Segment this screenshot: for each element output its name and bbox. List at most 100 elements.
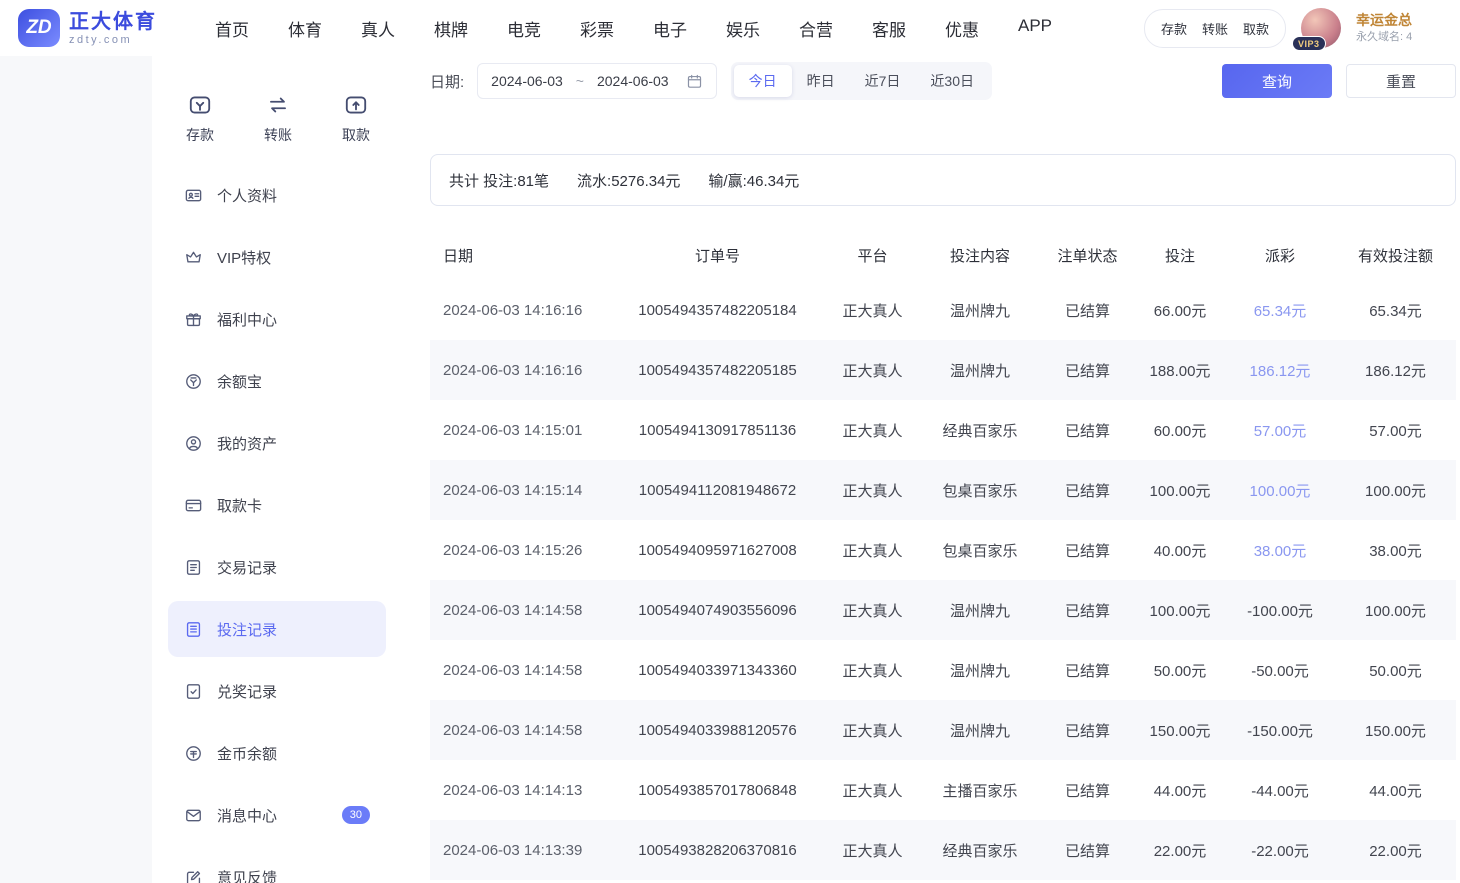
cell-date: 2024-06-03 14:14:13	[430, 782, 610, 799]
sidebar: 存款 转账 取款 个人资料 VIP特权	[152, 56, 400, 883]
nav-item[interactable]: 娱乐	[726, 16, 760, 41]
table-row: 2024-06-03 14:16:16 1005494357482205184 …	[430, 280, 1456, 340]
date-range-separator: ~	[576, 73, 584, 89]
calendar-icon[interactable]	[686, 73, 703, 90]
quick-action-icon	[343, 92, 369, 118]
sidebar-menu: 个人资料 VIP特权 福利中心 余额宝	[152, 145, 400, 883]
sidebar-item[interactable]: 余额宝	[168, 353, 386, 409]
sidebar-item[interactable]: 交易记录	[168, 539, 386, 595]
cell-bet-amount: 60.00元	[1135, 420, 1225, 441]
cell-platform: 正大真人	[825, 600, 920, 621]
cell-bet-content: 温州牌九	[920, 600, 1040, 621]
avatar[interactable]: VIP3	[1301, 8, 1341, 48]
cell-payout: 100.00元	[1225, 480, 1335, 501]
unread-count-badge: 30	[342, 806, 370, 824]
cell-status: 已结算	[1040, 780, 1135, 801]
nav-item[interactable]: 真人	[361, 16, 395, 41]
cell-bet-amount: 44.00元	[1135, 780, 1225, 801]
sidebar-item[interactable]: 消息中心 30	[168, 787, 386, 843]
sidebar-item-label: VIP特权	[217, 247, 271, 268]
sidebar-item[interactable]: 意见反馈	[168, 849, 386, 883]
cell-order-number: 1005494095971627008	[610, 542, 825, 559]
cell-platform: 正大真人	[825, 840, 920, 861]
nav-item[interactable]: 彩票	[580, 16, 614, 41]
cell-bet-content: 温州牌九	[920, 720, 1040, 741]
sidebar-item-icon	[184, 620, 203, 639]
cell-status: 已结算	[1040, 480, 1135, 501]
query-button[interactable]: 查询	[1222, 64, 1332, 98]
wallet-action-link[interactable]: 取款	[1243, 19, 1269, 38]
column-header: 投注	[1135, 245, 1225, 266]
date-tab[interactable]: 昨日	[792, 65, 850, 97]
cell-date: 2024-06-03 14:14:58	[430, 662, 610, 679]
cell-status: 已结算	[1040, 720, 1135, 741]
date-tab[interactable]: 今日	[734, 65, 792, 97]
cell-bet-content: 温州牌九	[920, 300, 1040, 321]
nav-item[interactable]: 电竞	[507, 16, 541, 41]
quick-action-icon	[265, 92, 291, 118]
cell-status: 已结算	[1040, 360, 1135, 381]
wallet-action-link[interactable]: 存款	[1161, 19, 1187, 38]
nav-item[interactable]: 合营	[799, 16, 833, 41]
nav-item[interactable]: 优惠	[945, 16, 979, 41]
sidebar-item[interactable]: 金币余额	[168, 725, 386, 781]
cell-date: 2024-06-03 14:15:14	[430, 482, 610, 499]
sidebar-item[interactable]: 取款卡	[168, 477, 386, 533]
cell-bet-content: 经典百家乐	[920, 420, 1040, 441]
sidebar-item-label: 我的资产	[217, 433, 277, 454]
brand-domain: zdty.com	[69, 34, 157, 46]
nav-item[interactable]: 体育	[288, 16, 322, 41]
sidebar-item-icon	[184, 868, 203, 883]
reset-button[interactable]: 重置	[1346, 64, 1456, 98]
sidebar-item[interactable]: 个人资料	[168, 167, 386, 223]
cell-status: 已结算	[1040, 840, 1135, 861]
table-row: 2024-06-03 14:14:58 1005494074903556096 …	[430, 580, 1456, 640]
sidebar-item[interactable]: 我的资产	[168, 415, 386, 471]
quick-action[interactable]: 转账	[264, 92, 292, 145]
table-row: 2024-06-03 14:14:13 1005493857017806848 …	[430, 760, 1456, 820]
sidebar-item-icon	[184, 682, 203, 701]
nav-item[interactable]: 首页	[215, 16, 249, 41]
cell-payout: 57.00元	[1225, 420, 1335, 441]
cell-payout: 186.12元	[1225, 360, 1335, 381]
date-tab[interactable]: 近30日	[915, 65, 989, 97]
date-from-value[interactable]: 2024-06-03	[491, 73, 563, 89]
cell-date: 2024-06-03 14:14:58	[430, 602, 610, 619]
date-tab[interactable]: 近7日	[850, 65, 916, 97]
quick-action[interactable]: 取款	[342, 92, 370, 145]
wallet-actions-pill: 存款 转账 取款	[1144, 9, 1286, 48]
sidebar-item[interactable]: 福利中心	[168, 291, 386, 347]
user-domain-note: 永久域名: 4	[1356, 30, 1456, 45]
cell-platform: 正大真人	[825, 720, 920, 741]
sidebar-item-label: 交易记录	[217, 557, 277, 578]
cell-valid-bet: 44.00元	[1335, 780, 1456, 801]
wallet-action-link[interactable]: 转账	[1202, 19, 1228, 38]
sidebar-item-label: 取款卡	[217, 495, 262, 516]
cell-bet-amount: 50.00元	[1135, 660, 1225, 681]
sidebar-item[interactable]: 投注记录	[168, 601, 386, 657]
cell-bet-amount: 188.00元	[1135, 360, 1225, 381]
quick-action-label: 存款	[186, 125, 214, 145]
cell-bet-content: 包桌百家乐	[920, 540, 1040, 561]
nav-item[interactable]: 棋牌	[434, 16, 468, 41]
cell-bet-content: 包桌百家乐	[920, 480, 1040, 501]
brand-logo[interactable]: ZD 正大体育 zdty.com	[0, 9, 157, 47]
cell-bet-content: 经典百家乐	[920, 840, 1040, 861]
date-range-picker[interactable]: 2024-06-03 ~ 2024-06-03	[477, 63, 716, 99]
table-row: 2024-06-03 14:15:14 1005494112081948672 …	[430, 460, 1456, 520]
quick-action[interactable]: 存款	[186, 92, 214, 145]
nav-item[interactable]: APP	[1018, 16, 1052, 41]
sidebar-item[interactable]: VIP特权	[168, 229, 386, 285]
sidebar-item[interactable]: 兑奖记录	[168, 663, 386, 719]
table-row: 2024-06-03 14:13:39 1005493828206370816 …	[430, 820, 1456, 880]
cell-bet-amount: 22.00元	[1135, 840, 1225, 861]
nav-item[interactable]: 电子	[653, 16, 687, 41]
cell-order-number: 1005493857017806848	[610, 782, 825, 799]
cell-bet-amount: 100.00元	[1135, 480, 1225, 501]
summary-winloss: 输/赢:46.34元	[708, 170, 799, 191]
sidebar-item-icon	[184, 496, 203, 515]
cell-valid-bet: 57.00元	[1335, 420, 1456, 441]
bet-records-table: 日期 订单号 平台 投注内容 注单状态 投注 派彩 有效投注额 2024-06-…	[430, 230, 1456, 880]
nav-item[interactable]: 客服	[872, 16, 906, 41]
date-to-value[interactable]: 2024-06-03	[597, 73, 669, 89]
